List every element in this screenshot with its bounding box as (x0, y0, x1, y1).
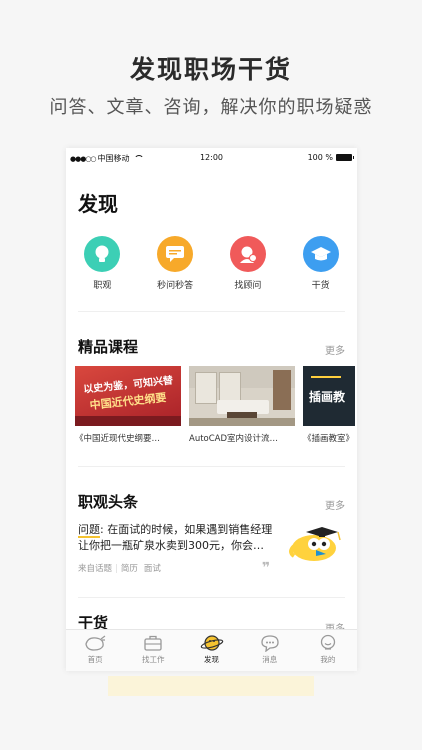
courses-more-link[interactable]: 更多 (325, 342, 345, 357)
question-tag: 问题 (78, 523, 100, 538)
whale-icon (85, 635, 106, 651)
background-card (108, 676, 314, 696)
status-bar: ●●●○○ 中国移动 12:00 100 % (66, 148, 357, 168)
battery-info: 100 % (307, 153, 354, 162)
course-thumbnail: 插画教 (303, 366, 355, 426)
quick-link-label: 职观 (93, 281, 112, 291)
headlines-title: 职观头条 (78, 493, 139, 511)
page-title: 发现 (78, 192, 118, 216)
course-card[interactable]: AutoCAD室内设计流… (189, 366, 295, 444)
course-title: AutoCAD室内设计流… (189, 434, 279, 444)
consultant-icon (229, 236, 266, 272)
courses-header: 精品课程 更多 (78, 336, 345, 357)
tab-messages[interactable]: 消息 (241, 630, 299, 671)
quick-link-qa[interactable]: 秒问秒答 (139, 236, 212, 291)
promo-subtitle: 问答、文章、咨询，解决你的职场疑惑 (49, 97, 373, 118)
chat-bubble-icon (157, 236, 194, 272)
quick-link-zhiguan[interactable]: 职观 (66, 236, 139, 291)
headline-question[interactable]: 问题: 在面试的时候，如果遇到销售经理让你把一瓶矿泉水卖到300元，你会… (78, 522, 278, 554)
tab-jobs[interactable]: 找工作 (124, 630, 182, 671)
briefcase-icon (144, 635, 162, 651)
battery-percent: 100 % (307, 153, 333, 162)
headlines-more-link[interactable]: 更多 (325, 497, 345, 512)
divider (78, 311, 345, 312)
quick-link-consultant[interactable]: 找顾问 (212, 236, 285, 291)
graduation-cap-icon (302, 236, 339, 272)
promo-title: 发现职场干货 (129, 55, 292, 84)
message-icon (261, 635, 279, 652)
quick-links: 职观 秒问秒答 找顾问 干货 (66, 236, 357, 291)
course-thumbnail: 以史为鉴，可知兴替 中国近代史纲要 (75, 366, 181, 426)
quick-link-label: 干货 (311, 281, 330, 291)
tab-bar: 首页 找工作 发现 消息 我的 (66, 629, 357, 671)
headlines-header: 职观头条 更多 (78, 491, 345, 512)
bulb-icon (84, 236, 121, 272)
course-title: 《插画教室》 (303, 434, 355, 444)
course-thumbnail (189, 366, 295, 426)
tab-discover[interactable]: 发现 (182, 630, 240, 671)
tab-label: 发现 (204, 655, 219, 664)
thumb-text: 插画教 (309, 390, 346, 404)
tab-label: 消息 (262, 655, 278, 664)
course-card[interactable]: 以史为鉴，可知兴替 中国近代史纲要 《中国近现代史纲要… (75, 366, 181, 444)
courses-title: 精品课程 (78, 338, 139, 356)
tab-label: 我的 (320, 655, 336, 664)
divider (78, 466, 345, 467)
tab-label: 找工作 (142, 655, 165, 664)
meta-tag[interactable]: 面试 (144, 564, 161, 574)
tab-profile[interactable]: 我的 (299, 630, 357, 671)
meta-source: 来自话题 (78, 564, 113, 574)
tab-home[interactable]: 首页 (66, 630, 124, 671)
battery-icon (336, 154, 354, 161)
planet-icon (200, 635, 223, 651)
quick-link-ganhuo[interactable]: 干货 (284, 236, 357, 291)
course-title: 《中国近现代史纲要… (75, 434, 161, 444)
divider (78, 597, 345, 598)
course-list: 以史为鉴，可知兴替 中国近代史纲要 《中国近现代史纲要… AutoCAD室内设计… (75, 366, 355, 444)
tab-label: 首页 (87, 655, 103, 664)
mascot-bird-icon (286, 518, 344, 564)
phone-screen: ●●●○○ 中国移动 12:00 100 % 发现 职观 秒问秒答 找顾问 干货… (66, 148, 357, 671)
quick-link-label: 找顾问 (234, 281, 262, 291)
meta-tag[interactable]: 简历 (121, 564, 138, 574)
quote-icon: ❞ (262, 560, 271, 576)
quick-link-label: 秒问秒答 (157, 281, 194, 291)
course-card[interactable]: 插画教 《插画教室》 (303, 366, 355, 444)
question-text: : 在面试的时候，如果遇到销售经理让你把一瓶矿泉水卖到300元，你会… (78, 523, 273, 552)
profile-icon (320, 634, 336, 650)
headline-meta: 来自话题 | 简历 面试 (78, 564, 161, 574)
